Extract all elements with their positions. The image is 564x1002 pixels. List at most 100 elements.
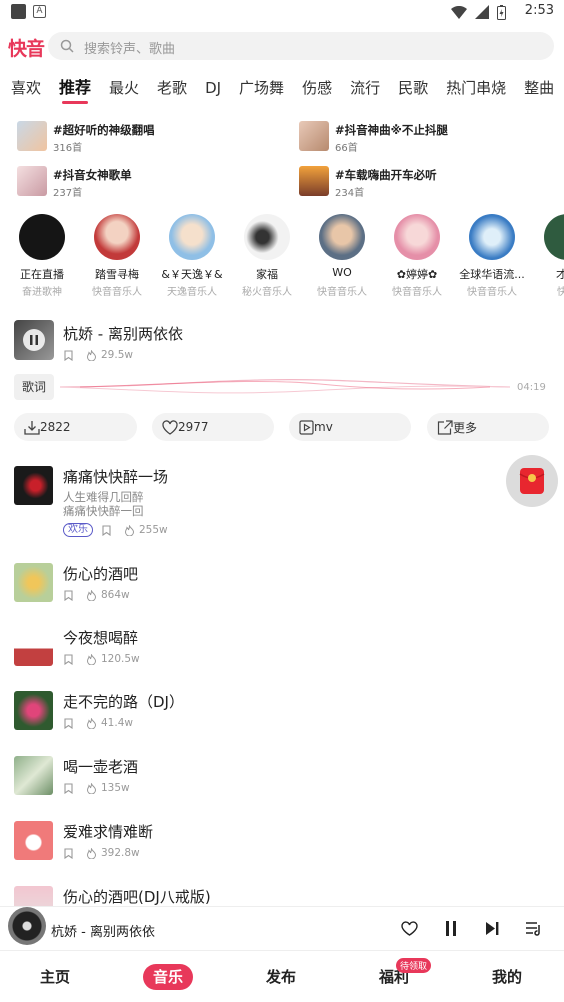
artist-item[interactable]: 家福 秘火音乐人 bbox=[229, 214, 305, 300]
ringtone-icon[interactable] bbox=[63, 589, 74, 601]
play-count: 120.5w bbox=[101, 653, 140, 665]
artist-item[interactable]: 踏雪寻梅 快音音乐人 bbox=[79, 214, 155, 300]
playlist-title: #超好听的神级翻唱 bbox=[53, 123, 155, 137]
fire-icon bbox=[86, 653, 97, 665]
tab-pop[interactable]: 流行 bbox=[339, 74, 387, 104]
artist-live[interactable]: 正在直播 奋进歌神 bbox=[4, 214, 80, 300]
tab-square-dance[interactable]: 广场舞 bbox=[228, 74, 291, 104]
avatar bbox=[394, 214, 440, 260]
app-logo[interactable]: 快音 bbox=[8, 34, 45, 61]
mini-player[interactable]: 杭娇 - 离别两依依 bbox=[0, 906, 564, 950]
ringtone-icon[interactable] bbox=[101, 524, 112, 536]
play-count: 864w bbox=[101, 589, 130, 601]
tab-recommend[interactable]: 推荐 bbox=[48, 74, 98, 104]
song-item[interactable]: 痛痛快快醉一场 人生难得几回醉 痛痛快快醉一回 欢乐 255w bbox=[14, 466, 534, 546]
tab-old-songs[interactable]: 老歌 bbox=[146, 74, 194, 104]
heart-icon[interactable] bbox=[401, 921, 418, 936]
tab-hot[interactable]: 最火 bbox=[98, 74, 146, 104]
song-cover bbox=[14, 886, 53, 906]
lyrics-button[interactable]: 歌词 bbox=[14, 374, 54, 400]
ringtone-icon[interactable] bbox=[63, 349, 74, 361]
tab-medley[interactable]: 热门串烧 bbox=[435, 74, 513, 104]
more-button[interactable]: 更多 bbox=[427, 413, 549, 441]
playlist-item[interactable]: #抖音女神歌单 237首 bbox=[17, 166, 277, 200]
song-meta: 欢乐 255w bbox=[63, 523, 168, 537]
artist-item[interactable]: &￥天逸￥& 天逸音乐人 bbox=[154, 214, 230, 300]
pause-icon[interactable] bbox=[445, 921, 457, 936]
song-cover bbox=[14, 466, 53, 505]
search-bar[interactable]: 搜索铃声、歌曲 bbox=[48, 32, 554, 60]
search-placeholder: 搜索铃声、歌曲 bbox=[84, 42, 176, 57]
like-button[interactable]: 2977 bbox=[152, 413, 274, 441]
playlist-item[interactable]: #车载嗨曲开车必听 234首 bbox=[299, 166, 559, 200]
playlist-icon[interactable] bbox=[525, 921, 542, 936]
download-button[interactable]: 2822 bbox=[14, 413, 137, 441]
playlist-count: 316首 bbox=[53, 143, 83, 154]
tab-full-song[interactable]: 整曲 bbox=[513, 74, 561, 104]
playlist-count: 66首 bbox=[335, 143, 358, 154]
song-meta: 392.8w bbox=[63, 846, 140, 860]
playlist-item[interactable]: #抖音神曲※不止抖腿 66首 bbox=[299, 121, 559, 155]
artist-subtitle: 快音音乐人 bbox=[92, 287, 142, 298]
red-packet-icon bbox=[519, 468, 545, 494]
red-packet-button[interactable] bbox=[506, 455, 558, 507]
now-playing-title[interactable]: 杭娇 - 离别两依依 bbox=[63, 323, 183, 344]
nav-mine[interactable]: 我的 bbox=[477, 966, 537, 987]
mini-player-title[interactable]: 杭娇 - 离别两依依 bbox=[51, 921, 155, 940]
artist-name: 家福 bbox=[256, 268, 278, 281]
more-label: 更多 bbox=[453, 420, 478, 435]
artist-name: 踏雪寻梅 bbox=[95, 268, 139, 281]
song-item[interactable]: 伤心的酒吧 864w bbox=[14, 563, 534, 608]
ringtone-icon[interactable] bbox=[63, 653, 74, 665]
artist-subtitle: 快音音乐人 bbox=[317, 287, 367, 298]
nav-music[interactable]: 音乐 bbox=[143, 964, 193, 990]
avatar bbox=[544, 214, 564, 260]
clock: 2:53 bbox=[524, 3, 554, 18]
artist-subtitle: 秘火音乐人 bbox=[242, 287, 292, 298]
song-item[interactable]: 喝一壶老酒 135w bbox=[14, 756, 534, 801]
waveform-progress[interactable] bbox=[60, 370, 510, 404]
next-icon[interactable] bbox=[485, 921, 499, 936]
like-count: 2977 bbox=[178, 420, 209, 434]
playlist-count: 237首 bbox=[53, 188, 83, 199]
play-count: 255w bbox=[139, 524, 168, 536]
mood-tag[interactable]: 欢乐 bbox=[63, 523, 93, 537]
tab-dj[interactable]: DJ bbox=[194, 74, 228, 104]
download-icon bbox=[24, 420, 40, 435]
fire-icon bbox=[86, 847, 97, 859]
song-item[interactable]: 伤心的酒吧(DJ八戒版) bbox=[14, 886, 534, 906]
artist-item[interactable]: ✿婷婷✿ 快音音乐人 bbox=[379, 214, 455, 300]
mv-button[interactable]: mv bbox=[289, 413, 411, 441]
mini-player-disc[interactable] bbox=[8, 907, 46, 945]
nav-home[interactable]: 主页 bbox=[25, 966, 85, 987]
song-title: 伤心的酒吧 bbox=[63, 565, 139, 583]
search-icon bbox=[60, 39, 74, 53]
ringtone-icon[interactable] bbox=[63, 717, 74, 729]
pause-button[interactable] bbox=[23, 329, 45, 351]
artist-item[interactable]: 才仁 快音 bbox=[529, 214, 564, 300]
ringtone-icon[interactable] bbox=[63, 782, 74, 794]
song-cover bbox=[14, 821, 53, 860]
pause-icon bbox=[30, 335, 38, 345]
song-lyric-line: 痛痛快快醉一回 bbox=[63, 504, 144, 518]
playlist-item[interactable]: #超好听的神级翻唱 316首 bbox=[17, 121, 277, 155]
tab-folk[interactable]: 民歌 bbox=[387, 74, 435, 104]
song-item[interactable]: 今夜想喝醉 120.5w bbox=[14, 627, 534, 672]
song-item[interactable]: 爱难求情难断 392.8w bbox=[14, 821, 534, 866]
ringtone-icon[interactable] bbox=[63, 847, 74, 859]
play-count: 41.4w bbox=[101, 717, 133, 729]
fire-icon bbox=[86, 717, 97, 729]
artist-item[interactable]: 全球华语流... 快音音乐人 bbox=[454, 214, 530, 300]
heart-icon bbox=[162, 419, 178, 435]
artist-item[interactable]: WO 快音音乐人 bbox=[304, 214, 380, 300]
fire-icon bbox=[86, 349, 97, 361]
song-item[interactable]: 走不完的路（DJ） 41.4w bbox=[14, 691, 534, 736]
tab-like[interactable]: 喜欢 bbox=[0, 74, 48, 104]
battery-icon bbox=[497, 4, 506, 20]
tab-sad[interactable]: 伤感 bbox=[291, 74, 339, 104]
nav-publish[interactable]: 发布 bbox=[251, 966, 311, 987]
artist-name: 正在直播 bbox=[20, 268, 64, 281]
fire-icon bbox=[124, 524, 135, 536]
playlist-title: #抖音神曲※不止抖腿 bbox=[335, 123, 448, 137]
song-meta: 864w bbox=[63, 588, 130, 602]
